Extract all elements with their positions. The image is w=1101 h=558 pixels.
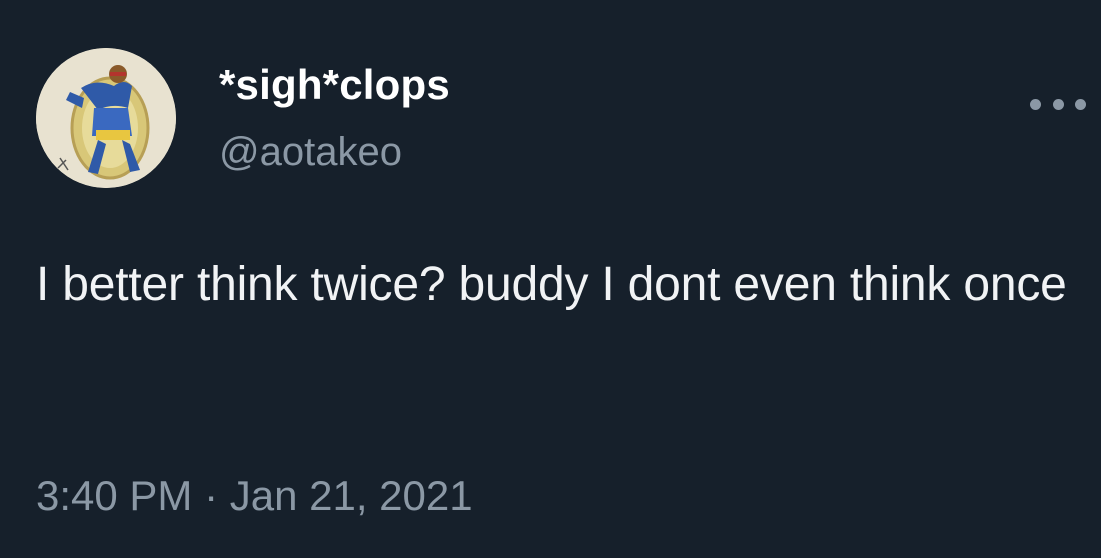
avatar-drawing xyxy=(36,48,176,188)
more-options-icon[interactable] xyxy=(1030,92,1086,116)
tweet-text: I better think twice? buddy I dont even … xyxy=(36,258,1067,311)
tweet-card: *sigh*clops @aotakeo I better think twic… xyxy=(0,0,1101,558)
avatar[interactable] xyxy=(36,48,176,188)
tweet-timestamp[interactable]: 3:40 PM · Jan 21, 2021 xyxy=(36,470,473,522)
more-dot xyxy=(1052,98,1064,110)
author-display-name[interactable]: *sigh*clops xyxy=(219,60,450,110)
author-handle[interactable]: @aotakeo xyxy=(219,128,402,176)
more-dot xyxy=(1075,98,1086,110)
more-dot xyxy=(1030,98,1041,110)
